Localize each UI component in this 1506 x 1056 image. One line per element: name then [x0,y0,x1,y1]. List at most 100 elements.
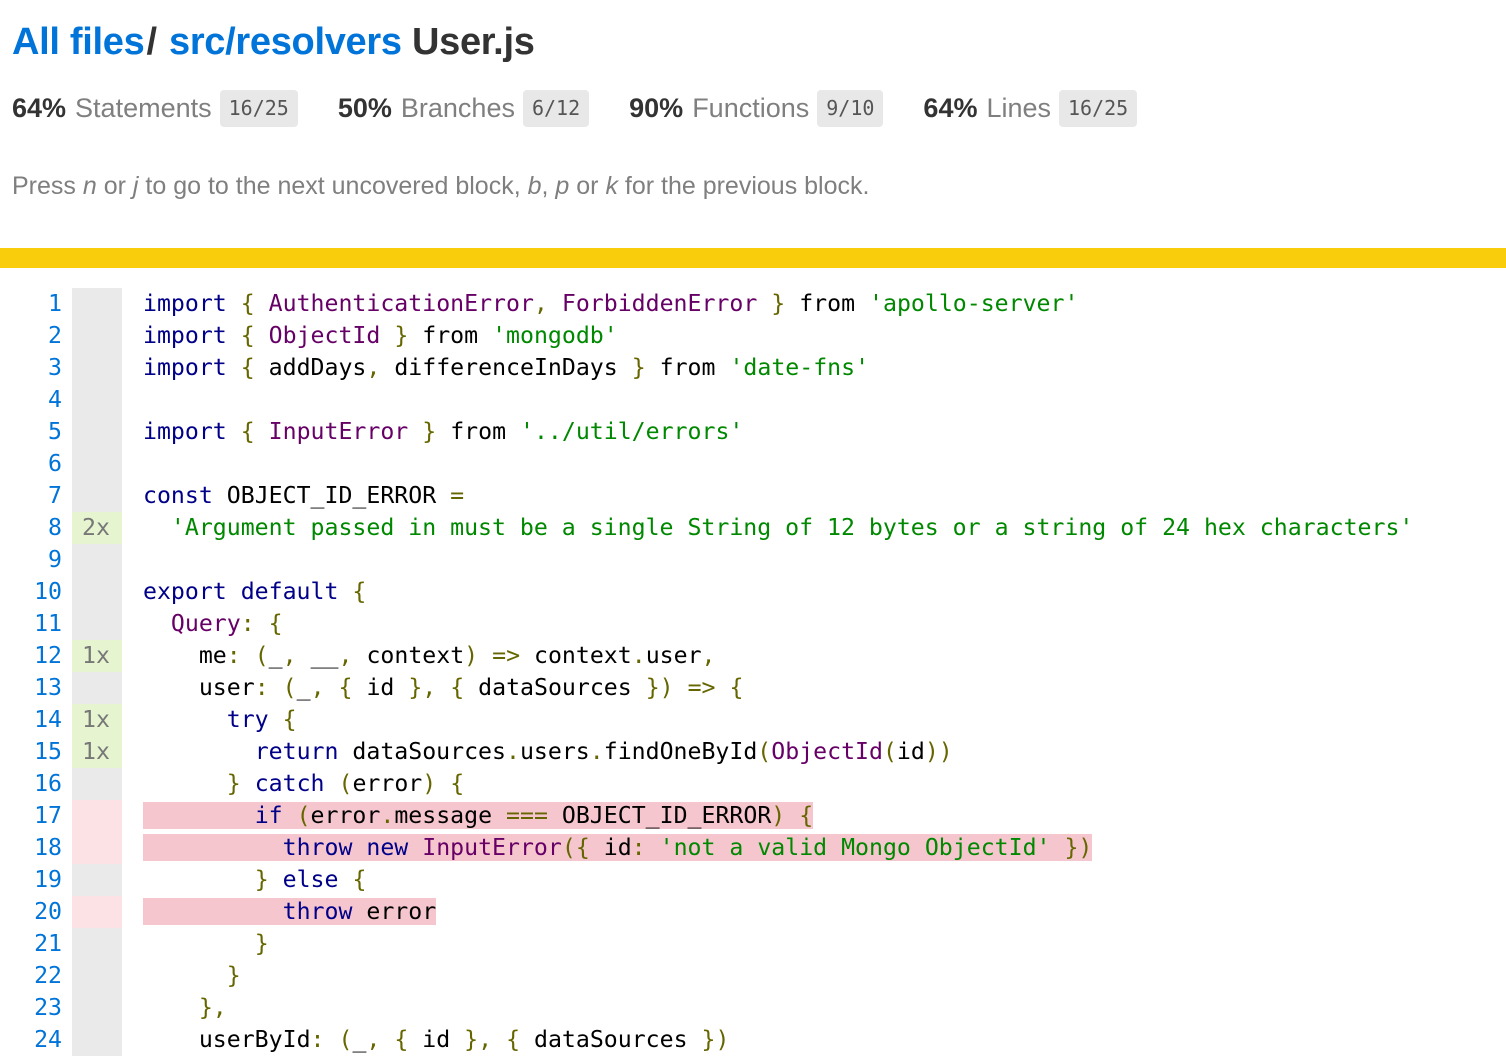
hit-count [72,576,122,608]
hit-count: 1x [72,736,122,768]
code-text: } [226,962,241,989]
stat-functions-fraction: 9/10 [817,89,884,127]
line-number[interactable]: 8 [0,512,62,544]
hint-key-n: n [82,172,97,200]
breadcrumb-folder-link[interactable]: src/resolvers [169,21,402,63]
hint-text: or [96,172,133,200]
code-line: 12 1x me: (_, __, context) => context.us… [0,640,1506,672]
hit-count [72,928,122,960]
code-line: 19 } else { [0,864,1506,896]
line-number[interactable]: 21 [0,928,62,960]
code-line: 24 userById: (_, { id }, { dataSources }… [0,1024,1506,1056]
hit-count [72,768,122,800]
keyboard-hint: Press n or j to go to the next uncovered… [12,172,1494,201]
stat-statements-pct: 64% [12,93,67,123]
line-number[interactable]: 15 [0,736,62,768]
line-number[interactable]: 19 [0,864,62,896]
code-line: 6 [0,448,1506,480]
hit-count [72,608,122,640]
hint-key-p: p [555,172,570,200]
line-number[interactable]: 13 [0,672,62,704]
hit-count [72,992,122,1024]
code-text: import { AuthenticationError, ForbiddenE… [143,290,1079,317]
hit-count [72,960,122,992]
code-text: import { InputError } from '../util/erro… [143,418,744,445]
stat-lines-pct: 64% [923,93,978,123]
hit-count [72,448,122,480]
page-title: User.js [411,21,535,63]
hint-text: Press [12,172,83,200]
code-line: 13 user: (_, { id }, { dataSources }) =>… [0,672,1506,704]
stat-branches-fraction: 6/12 [522,89,590,127]
line-number[interactable]: 6 [0,448,62,480]
uncovered-span: if (error.message === OBJECT_ID_ERROR) { [143,802,814,829]
code-line: 20 throw error [0,896,1506,928]
code-text: const OBJECT_ID_ERROR = [143,482,465,509]
line-number[interactable]: 1 [0,288,62,320]
hit-count: 1x [72,704,122,736]
source-listing: 1 import { AuthenticationError, Forbidde… [0,288,1506,1056]
page-header: All files/ src/resolvers User.js 64% Sta… [0,0,1506,201]
line-number[interactable]: 20 [0,896,62,928]
hint-text: , [541,172,556,200]
code-text: export default { [143,578,367,605]
line-number[interactable]: 24 [0,1024,62,1056]
line-number[interactable]: 2 [0,320,62,352]
line-number[interactable]: 5 [0,416,62,448]
stat-functions-pct: 90% [629,93,684,123]
hit-count [72,896,122,928]
breadcrumb-separator: / [146,21,157,63]
hit-count [72,416,122,448]
code-text: } [254,930,269,957]
code-text: throw error [122,896,437,928]
line-number[interactable]: 11 [0,608,62,640]
code-line: 11 Query: { [0,608,1506,640]
line-number[interactable]: 9 [0,544,62,576]
hit-count [72,800,122,832]
code-line: 5 import { InputError } from '../util/er… [0,416,1506,448]
code-line: 14 1x try { [0,704,1506,736]
hint-key-k: k [605,172,618,200]
line-number[interactable]: 10 [0,576,62,608]
code-text: if (error.message === OBJECT_ID_ERROR) { [122,800,814,832]
stat-statements-fraction: 16/25 [219,89,298,127]
hit-count: 2x [72,512,122,544]
breadcrumb-all-files-link[interactable]: All files [12,21,145,63]
code-line: 2 import { ObjectId } from 'mongodb' [0,320,1506,352]
line-number[interactable]: 7 [0,480,62,512]
hit-count [72,480,122,512]
line-number[interactable]: 12 [0,640,62,672]
stat-lines: 64% Lines 16/25 [923,88,1138,128]
hint-text: or [569,172,606,200]
stat-branches: 50% Branches 6/12 [337,88,590,128]
code-text: throw new InputError({ id: 'not a valid … [122,832,1093,864]
hit-count [72,1024,122,1056]
line-number[interactable]: 17 [0,800,62,832]
code-line: 9 [0,544,1506,576]
stat-branches-pct: 50% [337,93,392,123]
code-line: 17 if (error.message === OBJECT_ID_ERROR… [0,800,1506,832]
stat-lines-fraction: 16/25 [1059,89,1138,127]
stat-functions: 90% Functions 9/10 [629,88,884,128]
line-number[interactable]: 4 [0,384,62,416]
hit-count [72,352,122,384]
line-number[interactable]: 18 [0,832,62,864]
hit-count [72,672,122,704]
hint-text: to go to the next uncovered block, [138,172,528,200]
line-number[interactable]: 22 [0,960,62,992]
code-text: }, [198,994,227,1021]
code-text: return dataSources.users.findOneById(Obj… [254,738,953,765]
line-number[interactable]: 16 [0,768,62,800]
code-line: 21 } [0,928,1506,960]
uncovered-span: throw error [143,898,437,925]
line-number[interactable]: 14 [0,704,62,736]
stat-statements-label: Statements [75,93,212,123]
code-line: 16 } catch (error) { [0,768,1506,800]
code-text: 'Argument passed in must be a single Str… [170,514,1414,541]
code-text: userById: (_, { id }, { dataSources }) [198,1026,730,1053]
stat-functions-label: Functions [692,93,810,123]
code-line: 22 } [0,960,1506,992]
line-number[interactable]: 3 [0,352,62,384]
line-number[interactable]: 23 [0,992,62,1024]
